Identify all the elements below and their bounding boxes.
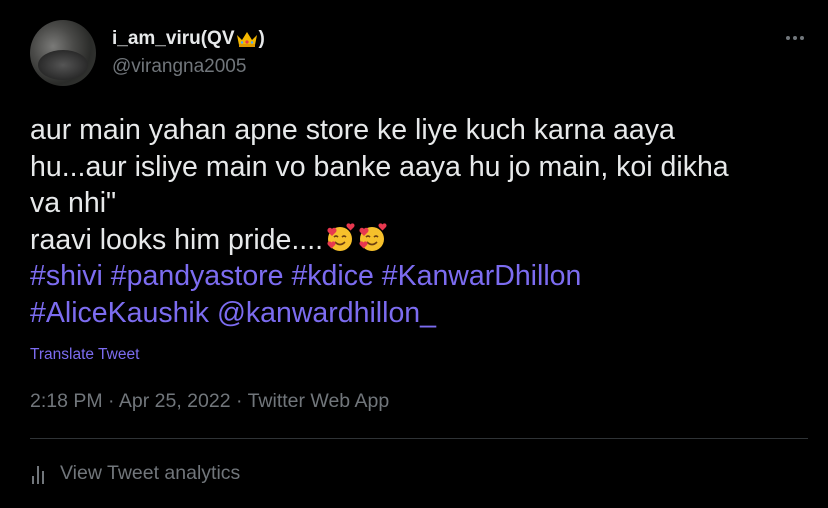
divider	[30, 438, 808, 439]
tweet-line-3: va nhi"	[30, 187, 117, 219]
hashtags-line-1: #shivi #pandyastore #kdice #KanwarDhillo…	[30, 258, 810, 295]
hashtag-link[interactable]: #KanwarDhillon	[382, 260, 582, 292]
tweet-source[interactable]: Twitter Web App	[248, 390, 390, 412]
hashtag-link[interactable]: #shivi	[30, 260, 103, 292]
tweet-date[interactable]: Apr 25, 2022	[119, 390, 231, 412]
avatar[interactable]	[30, 20, 96, 86]
translate-tweet-link[interactable]: Translate Tweet	[30, 346, 139, 364]
tweet-line-4-text: raavi looks him pride....	[30, 223, 324, 256]
meta-separator: ·	[235, 390, 243, 412]
tweet-line-2: hu...aur isliye main vo banke aaya hu jo…	[30, 150, 729, 183]
meta-separator: ·	[108, 390, 115, 412]
author-name-row[interactable]: i_am_viru(QV )	[112, 28, 265, 50]
more-dots-icon	[786, 36, 804, 40]
hashtags-line-2: #AliceKaushik @kanwardhillon_	[30, 295, 810, 332]
display-name-suffix[interactable]: )	[259, 28, 265, 50]
tweet-text: aur main yahan apne store ke liye kuch k…	[30, 112, 810, 331]
analytics-bars-icon	[32, 465, 44, 484]
hashtag-link[interactable]: #AliceKaushik	[30, 297, 209, 329]
more-options-button[interactable]	[782, 25, 808, 51]
smiling-face-with-hearts-icon	[327, 222, 355, 251]
tweet-time[interactable]: 2:18 PM	[30, 390, 103, 412]
hashtag-link[interactable]: #pandyastore	[111, 260, 284, 292]
crown-icon	[236, 32, 257, 47]
smiling-face-with-hearts-icon	[359, 222, 387, 251]
tweet-meta: 2:18 PM · Apr 25, 2022 · Twitter Web App	[30, 390, 389, 413]
view-analytics-button[interactable]: View Tweet analytics	[30, 462, 240, 485]
hashtag-link[interactable]: #kdice	[291, 260, 373, 292]
author-handle[interactable]: @virangna2005	[112, 56, 246, 78]
analytics-label: View Tweet analytics	[60, 462, 241, 484]
tweet-line-1: aur main yahan apne store ke liye kuch k…	[30, 114, 675, 146]
display-name-prefix[interactable]: i_am_viru(QV	[112, 28, 235, 50]
mention-link[interactable]: @kanwardhillon_	[217, 297, 436, 329]
tweet-line-4: raavi looks him pride....	[30, 222, 810, 259]
